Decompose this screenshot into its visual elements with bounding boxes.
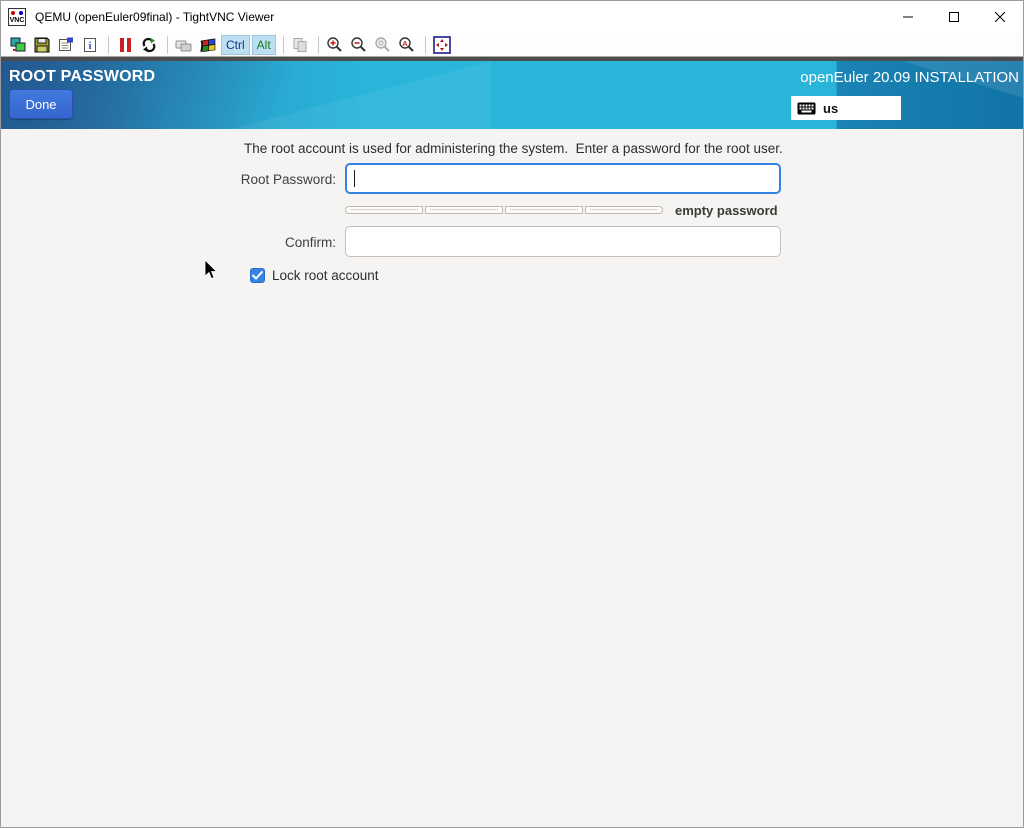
alt-key-button[interactable]: Alt xyxy=(252,35,276,55)
strength-segment xyxy=(505,206,583,214)
ctrl-key-button[interactable]: Ctrl xyxy=(221,35,250,55)
installer-banner: ROOT PASSWORD Done openEuler 20.09 INSTA… xyxy=(1,61,1024,129)
strength-segment xyxy=(585,206,663,214)
ctrl-alt-del-icon[interactable] xyxy=(197,35,219,55)
confirm-password-input[interactable] xyxy=(345,226,781,257)
new-connection-icon[interactable] xyxy=(7,35,29,55)
tightvnc-logo-icon: VNC xyxy=(8,8,26,26)
close-button[interactable] xyxy=(977,1,1023,33)
vnc-viewer-window: VNC QEMU (openEuler09final) - TightVNC V… xyxy=(0,0,1024,828)
title-bar: VNC QEMU (openEuler09final) - TightVNC V… xyxy=(1,1,1023,33)
password-strength-status: empty password xyxy=(675,203,778,218)
strength-segment xyxy=(425,206,503,214)
window-title: QEMU (openEuler09final) - TightVNC Viewe… xyxy=(35,10,274,24)
pause-icon[interactable] xyxy=(114,35,136,55)
keyboard-layout-code: us xyxy=(823,101,838,116)
page-title: ROOT PASSWORD xyxy=(9,68,155,86)
root-password-label: Root Password: xyxy=(1,172,336,187)
minimize-button[interactable] xyxy=(885,1,931,33)
vnc-toolbar: i Ctrl Alt A xyxy=(1,33,1023,57)
keyboard-icon xyxy=(797,102,816,115)
fullscreen-icon[interactable] xyxy=(431,35,453,55)
zoom-in-icon[interactable] xyxy=(324,35,346,55)
mouse-cursor-icon xyxy=(204,259,218,286)
lock-root-account-label: Lock root account xyxy=(272,268,379,283)
zoom-auto-icon[interactable]: A xyxy=(396,35,418,55)
done-button[interactable]: Done xyxy=(9,89,73,119)
svg-text:A: A xyxy=(402,39,408,48)
refresh-icon[interactable] xyxy=(138,35,160,55)
keyboard-layout-indicator[interactable]: us xyxy=(791,96,901,120)
copy-icon[interactable] xyxy=(289,35,311,55)
connection-info-icon[interactable]: i xyxy=(79,35,101,55)
text-caret xyxy=(354,170,355,187)
save-session-icon[interactable] xyxy=(31,35,53,55)
root-password-page: The root account is used for administeri… xyxy=(1,129,1024,828)
password-strength-bar xyxy=(345,206,663,214)
svg-text:i: i xyxy=(89,41,92,52)
strength-segment xyxy=(345,206,423,214)
zoom-out-icon[interactable] xyxy=(348,35,370,55)
installer-product-title: openEuler 20.09 INSTALLATION xyxy=(800,69,1019,86)
connection-options-icon[interactable] xyxy=(55,35,77,55)
zoom-100-icon[interactable] xyxy=(372,35,394,55)
confirm-label: Confirm: xyxy=(1,235,336,250)
lock-root-account-checkbox[interactable] xyxy=(250,268,265,283)
root-password-input[interactable] xyxy=(345,163,781,194)
maximize-button[interactable] xyxy=(931,1,977,33)
instruction-text: The root account is used for administeri… xyxy=(244,141,783,156)
send-keys-icon[interactable] xyxy=(173,35,195,55)
